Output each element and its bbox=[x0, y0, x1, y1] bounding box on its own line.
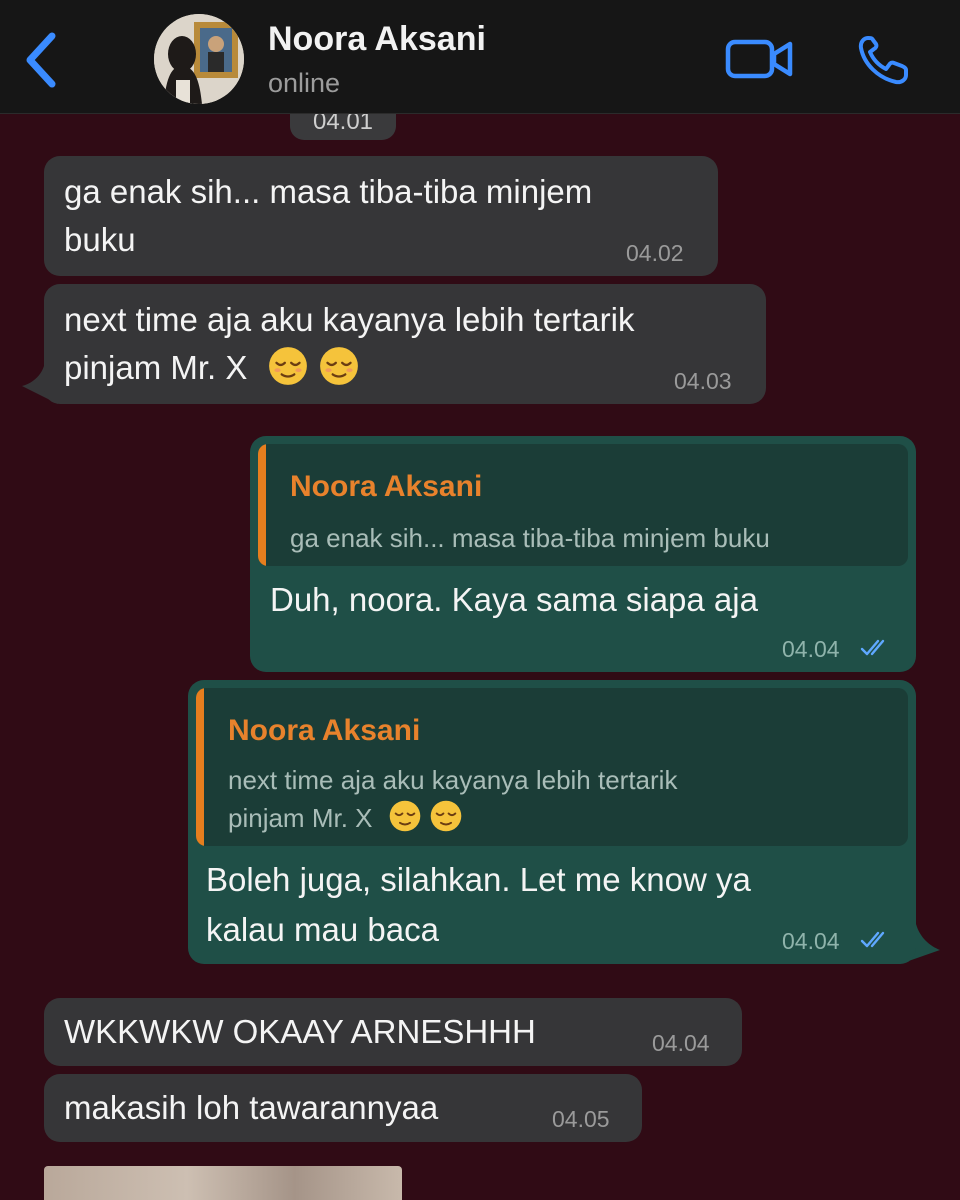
message-text-line: Duh, noora. Kaya sama siapa aja bbox=[270, 581, 758, 618]
phone-icon bbox=[858, 36, 908, 85]
message-text-part: pinjam Mr. X bbox=[64, 349, 248, 386]
reply-quote[interactable]: Noora Aksani next time aja aku kayanya l… bbox=[196, 688, 908, 846]
double-check-read-icon bbox=[860, 639, 885, 656]
back-button[interactable] bbox=[18, 28, 64, 92]
avatar-image bbox=[154, 14, 244, 104]
message-text-line: ga enak sih... masa tiba-tiba minjem bbox=[64, 173, 593, 210]
reply-quote-name: Noora Aksani bbox=[290, 470, 483, 503]
contact-name[interactable]: Noora Aksani bbox=[268, 20, 486, 59]
message-text-line: WKKWKW OKAAY ARNESHHH bbox=[64, 1013, 536, 1050]
reply-quote-text: pinjam Mr. X bbox=[228, 798, 463, 838]
message-time: 04.05 bbox=[552, 1106, 610, 1132]
reply-quote-text-part: pinjam Mr. X bbox=[228, 803, 373, 833]
message-time: 04.04 bbox=[782, 636, 840, 662]
reply-quote-bar bbox=[196, 688, 204, 846]
relieved-face-icon bbox=[319, 347, 358, 385]
chat-header: Noora Aksani online bbox=[0, 0, 960, 114]
message-time: 04.02 bbox=[626, 240, 684, 266]
relieved-face-icon bbox=[268, 347, 307, 385]
reply-quote-text: next time aja aku kayanya lebih tertarik bbox=[228, 765, 678, 795]
reply-quote-text: ga enak sih... masa tiba-tiba minjem buk… bbox=[290, 523, 770, 553]
reply-quote[interactable]: Noora Aksani ga enak sih... masa tiba-ti… bbox=[258, 444, 908, 566]
relieved-face-icon bbox=[389, 800, 421, 832]
video-call-button[interactable] bbox=[724, 36, 796, 82]
reply-quote-bar bbox=[258, 444, 266, 566]
relieved-face-icon bbox=[430, 800, 462, 832]
image-message-thumbnail[interactable] bbox=[44, 1166, 402, 1200]
message-text-line: Boleh juga, silahkan. Let me know ya bbox=[206, 861, 751, 898]
message-bubble-incoming[interactable]: WKKWKW OKAAY ARNESHHH 04.04 bbox=[44, 998, 742, 1066]
message-text-line: makasih loh tawarannyaa bbox=[64, 1089, 439, 1126]
message-bubble-outgoing[interactable]: Noora Aksani next time aja aku kayanya l… bbox=[188, 680, 916, 964]
double-check-read-icon bbox=[860, 931, 885, 948]
message-bubble-incoming[interactable]: ga enak sih... masa tiba-tiba minjem buk… bbox=[44, 156, 718, 276]
chevron-left-icon bbox=[26, 32, 56, 88]
message-text-line: pinjam Mr. X bbox=[64, 344, 360, 392]
message-time: 04.03 bbox=[674, 368, 732, 394]
message-bubble-incoming[interactable]: next time aja aku kayanya lebih tertarik… bbox=[44, 284, 766, 404]
message-bubble-outgoing[interactable]: Noora Aksani ga enak sih... masa tiba-ti… bbox=[250, 436, 916, 672]
video-camera-icon bbox=[725, 39, 793, 79]
message-text-line: kalau mau baca bbox=[206, 911, 439, 948]
message-time: 04.04 bbox=[782, 928, 840, 954]
voice-call-button[interactable] bbox=[856, 34, 912, 86]
message-text-line: buku bbox=[64, 221, 136, 258]
avatar[interactable] bbox=[154, 14, 244, 104]
contact-status: online bbox=[268, 68, 341, 98]
message-time: 04.04 bbox=[652, 1030, 710, 1056]
message-text-line: next time aja aku kayanya lebih tertarik bbox=[64, 301, 635, 338]
message-bubble-incoming[interactable]: makasih loh tawarannyaa 04.05 bbox=[44, 1074, 642, 1142]
reply-quote-name: Noora Aksani bbox=[228, 714, 421, 747]
